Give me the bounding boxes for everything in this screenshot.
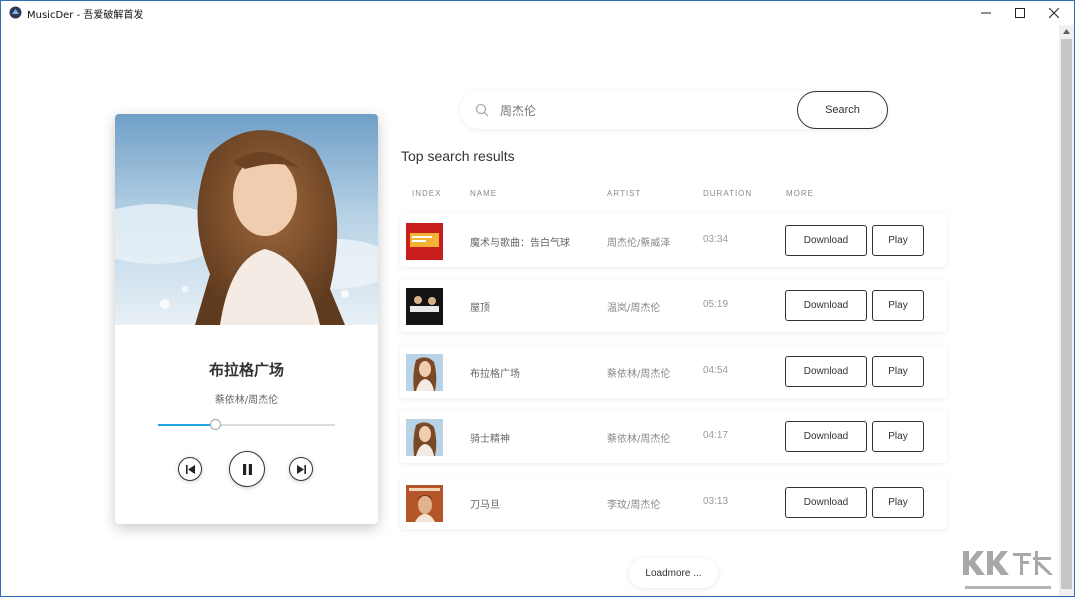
search-icon <box>475 103 489 117</box>
app-window: MusicDer - 吾爱破解首发 布拉格广场 蔡依林/周杰伦 周杰伦 Sear… <box>0 0 1075 597</box>
download-button[interactable]: Download <box>785 290 867 321</box>
minimize-button[interactable] <box>969 1 1003 25</box>
result-name: 屋顶 <box>470 303 490 314</box>
result-name: 布拉格广场 <box>470 369 520 380</box>
result-name: 骑士精神 <box>470 434 510 445</box>
progress-fill <box>158 424 215 426</box>
play-button[interactable]: Play <box>872 356 924 387</box>
skip-next-icon <box>296 464 306 474</box>
search-input[interactable] <box>500 100 790 120</box>
close-icon <box>1049 8 1059 18</box>
result-artist: 蔡依林/周杰伦 <box>607 369 671 380</box>
result-artist: 温岚/周杰伦 <box>607 303 661 314</box>
maximize-icon <box>1015 8 1025 18</box>
column-header-artist: ARTIST <box>607 189 642 198</box>
column-header-duration: DURATION <box>703 189 753 198</box>
result-name: 魔术与歌曲：告白气球 <box>470 238 570 249</box>
skip-previous-icon <box>185 464 195 474</box>
download-button[interactable]: Download <box>785 225 867 256</box>
caret-up-icon <box>1063 28 1070 34</box>
result-thumbnail <box>406 288 443 325</box>
result-duration: 03:13 <box>703 496 729 507</box>
close-button[interactable] <box>1037 1 1071 25</box>
result-thumbnail <box>406 419 443 456</box>
maximize-button[interactable] <box>1003 1 1037 25</box>
search-button[interactable]: Search <box>797 91 888 129</box>
vertical-scrollbar[interactable] <box>1059 25 1074 596</box>
search-box: Search <box>460 91 888 129</box>
pause-button[interactable] <box>229 451 265 487</box>
result-row[interactable]: 骑士精神 蔡依林/周杰伦 04:17 Download Play <box>400 410 947 463</box>
scroll-up-button[interactable] <box>1059 25 1074 37</box>
result-thumbnail <box>406 223 443 260</box>
result-row[interactable]: 布拉格广场 蔡依林/周杰伦 04:54 Download Play <box>400 345 947 398</box>
play-button[interactable]: Play <box>872 225 924 256</box>
result-duration: 03:34 <box>703 234 729 245</box>
download-button[interactable]: Download <box>785 356 867 387</box>
album-cover-art <box>115 114 378 325</box>
play-button[interactable]: Play <box>872 290 924 321</box>
result-artist: 周杰伦/蔡威泽 <box>607 238 671 249</box>
result-duration: 04:54 <box>703 365 729 376</box>
play-button[interactable]: Play <box>872 421 924 452</box>
app-logo-icon <box>9 6 22 19</box>
progress-bar[interactable] <box>158 419 335 430</box>
player-card: 布拉格广场 蔡依林/周杰伦 <box>115 114 378 524</box>
progress-handle[interactable] <box>209 419 221 430</box>
pause-icon <box>242 463 252 475</box>
now-playing-title: 布拉格广场 <box>208 361 284 379</box>
column-header-name: NAME <box>470 189 498 198</box>
minimize-icon <box>981 12 991 14</box>
result-duration: 04:17 <box>703 430 729 441</box>
title-bar[interactable]: MusicDer - 吾爱破解首发 <box>1 1 1074 25</box>
column-header-index: INDEX <box>412 189 442 198</box>
previous-button[interactable] <box>178 457 202 481</box>
result-name: 刀马旦 <box>470 500 500 511</box>
scroll-thumb[interactable] <box>1061 39 1072 589</box>
column-header-more: MORE <box>786 189 814 198</box>
download-button[interactable]: Download <box>785 487 867 518</box>
results-heading: Top search results <box>401 148 515 164</box>
site-watermark <box>959 547 1057 593</box>
window-title: MusicDer - 吾爱破解首发 <box>27 10 144 21</box>
result-row[interactable]: 屋顶 温岚/周杰伦 05:19 Download Play <box>400 279 947 332</box>
result-thumbnail <box>406 485 443 522</box>
album-cover <box>115 114 378 325</box>
result-thumbnail <box>406 354 443 391</box>
result-duration: 05:19 <box>703 299 729 310</box>
result-row[interactable]: 刀马旦 李玟/周杰伦 03:13 Download Play <box>400 476 947 529</box>
result-row[interactable]: 魔术与歌曲：告白气球 周杰伦/蔡威泽 03:34 Download Play <box>400 214 947 267</box>
result-artist: 李玟/周杰伦 <box>607 500 661 511</box>
loadmore-button[interactable]: Loadmore ... <box>629 558 718 588</box>
play-button[interactable]: Play <box>872 487 924 518</box>
now-playing-artist: 蔡依林/周杰伦 <box>214 395 279 406</box>
download-button[interactable]: Download <box>785 421 867 452</box>
result-artist: 蔡依林/周杰伦 <box>607 434 671 445</box>
next-button[interactable] <box>289 457 313 481</box>
